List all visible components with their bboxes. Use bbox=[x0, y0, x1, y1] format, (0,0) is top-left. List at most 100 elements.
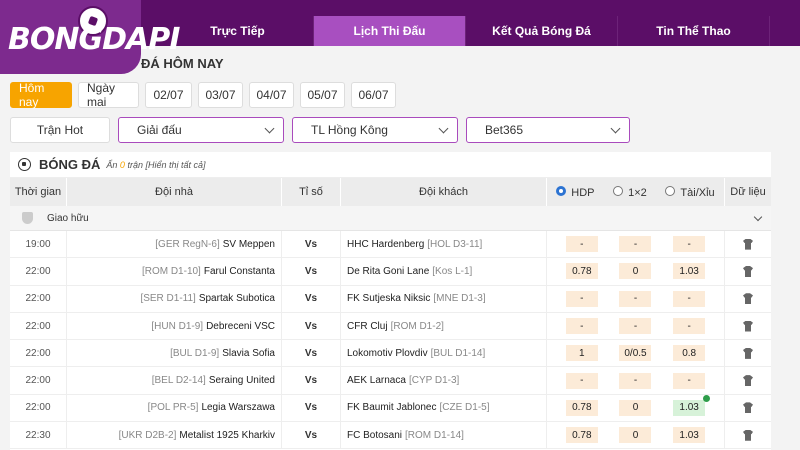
odds-handicap[interactable]: 0/0.5 bbox=[619, 345, 652, 362]
match-score[interactable]: Vs bbox=[282, 258, 341, 285]
home-team[interactable]: Seraing United bbox=[209, 375, 275, 386]
away-cell: De Rita Goni Lane [Kos L-1] bbox=[341, 258, 547, 285]
odds-away[interactable]: - bbox=[673, 290, 706, 307]
home-team[interactable]: Slavia Sofia bbox=[222, 348, 275, 359]
odds-home[interactable]: 0.78 bbox=[565, 399, 598, 416]
match-row[interactable]: 22:00 [SER D1-11] Spartak Subotica Vs FK Sut… bbox=[10, 285, 771, 313]
match-row[interactable]: 22:00 [BUL D1-9] Slavia Sofia Vs Lokomotiv P… bbox=[10, 340, 771, 368]
odds-handicap[interactable]: 0 bbox=[619, 427, 652, 444]
shirt-icon[interactable] bbox=[743, 429, 753, 441]
away-team[interactable]: CFR Cluj bbox=[347, 321, 388, 332]
odds-cell: --- bbox=[547, 285, 725, 312]
shirt-icon[interactable] bbox=[743, 402, 753, 414]
nav-tab-schedule[interactable]: Lịch Thi Đấu bbox=[314, 16, 466, 46]
match-row[interactable]: 22:00 [BEL D2-14] Seraing United Vs AEK Larn… bbox=[10, 367, 771, 395]
away-team[interactable]: Lokomotiv Plovdiv bbox=[347, 348, 428, 359]
hot-matches-button[interactable]: Trận Hot bbox=[10, 117, 110, 143]
match-score[interactable]: Vs bbox=[282, 394, 341, 422]
match-row[interactable]: 22:30 [UKR D2B-2] Metalist 1925 Kharkiv Vs F… bbox=[10, 422, 771, 450]
away-team[interactable]: De Rita Goni Lane bbox=[347, 266, 429, 277]
odds-home[interactable]: - bbox=[565, 318, 598, 335]
odds-away[interactable]: - bbox=[673, 318, 706, 335]
home-team[interactable]: SV Meppen bbox=[223, 239, 275, 250]
away-team[interactable]: FC Botosani bbox=[347, 430, 402, 441]
odds-away[interactable]: 1.03 bbox=[673, 394, 711, 416]
odds-home[interactable]: 0.78 bbox=[565, 427, 598, 444]
match-score[interactable]: Vs bbox=[282, 340, 341, 367]
shirt-icon[interactable] bbox=[743, 375, 753, 387]
shirt-icon[interactable] bbox=[743, 238, 753, 250]
match-time: 22:00 bbox=[10, 367, 67, 394]
home-team[interactable]: Spartak Subotica bbox=[199, 293, 275, 304]
match-score[interactable]: Vs bbox=[282, 367, 341, 394]
shirt-icon[interactable] bbox=[743, 293, 753, 305]
shirt-icon[interactable] bbox=[743, 320, 753, 332]
odds-home[interactable]: - bbox=[565, 290, 598, 307]
league-select[interactable]: Giải đấu bbox=[118, 117, 284, 143]
odds-away[interactable]: 0.8 bbox=[673, 345, 706, 362]
nav-tab-live[interactable]: Trực Tiếp bbox=[162, 16, 314, 46]
match-row[interactable]: 22:00 [POL PR-5] Legia Warszawa Vs FK Baumit… bbox=[10, 394, 771, 423]
shirt-icon[interactable] bbox=[743, 265, 753, 277]
away-team[interactable]: HHC Hardenberg bbox=[347, 239, 424, 250]
header-data: Dữ liệu bbox=[730, 186, 766, 198]
day-button[interactable]: 05/07 bbox=[300, 82, 345, 108]
odds-home[interactable]: - bbox=[565, 372, 598, 389]
show-all-link[interactable]: trận [Hiển thị tất cả] bbox=[127, 160, 205, 170]
odds-handicap[interactable]: - bbox=[619, 236, 652, 253]
data-cell bbox=[725, 286, 771, 312]
nav-tab-results[interactable]: Kết Quả Bóng Đá bbox=[466, 16, 618, 46]
odds-hdp-radio[interactable]: HDP bbox=[556, 185, 595, 199]
matches-panel: BÓNG ĐÁ Ẩn 0 trận [Hiển thị tất cả] Thời… bbox=[10, 152, 771, 450]
odds-away[interactable]: 1.03 bbox=[673, 427, 706, 444]
odds-home[interactable]: 1 bbox=[565, 345, 598, 362]
day-button[interactable]: 02/07 bbox=[145, 82, 192, 108]
match-score[interactable]: Vs bbox=[282, 231, 341, 258]
league-row[interactable]: Giao hữu bbox=[10, 206, 771, 231]
day-today-button[interactable]: Hôm nay bbox=[10, 81, 72, 109]
odds-home[interactable]: 0.78 bbox=[565, 263, 598, 280]
hidden-count: 0 bbox=[119, 159, 125, 170]
odds-handicap[interactable]: - bbox=[619, 318, 652, 335]
bookmaker-select-label: Bet365 bbox=[485, 123, 524, 137]
away-rank: [BUL D1-14] bbox=[430, 347, 486, 359]
away-team[interactable]: FK Baumit Jablonec bbox=[347, 402, 437, 413]
odds-handicap[interactable]: 0 bbox=[619, 263, 652, 280]
odds-away[interactable]: - bbox=[673, 372, 706, 389]
away-rank: [MNE D1-3] bbox=[433, 293, 486, 305]
odds-away[interactable]: 1.03 bbox=[673, 263, 706, 280]
away-team[interactable]: FK Sutjeska Niksic bbox=[347, 293, 430, 304]
timezone-select[interactable]: TL Hồng Kông bbox=[292, 117, 458, 143]
odds-1x2-radio[interactable]: 1×2 bbox=[613, 185, 647, 199]
home-team[interactable]: Debreceni VSC bbox=[206, 321, 275, 332]
hidden-matches-note[interactable]: Ẩn 0 trận [Hiển thị tất cả] bbox=[106, 160, 205, 170]
match-row[interactable]: 22:00 [ROM D1-10] Farul Constanta Vs De Rita… bbox=[10, 258, 771, 286]
odds-home[interactable]: - bbox=[565, 236, 598, 253]
match-score[interactable]: Vs bbox=[282, 422, 341, 449]
away-team[interactable]: AEK Larnaca bbox=[347, 375, 406, 386]
odds-handicap[interactable]: - bbox=[619, 372, 652, 389]
home-team[interactable]: Farul Constanta bbox=[204, 266, 275, 277]
bookmaker-select[interactable]: Bet365 bbox=[466, 117, 630, 143]
day-button[interactable]: 03/07 bbox=[198, 82, 243, 108]
match-score[interactable]: Vs bbox=[282, 312, 341, 340]
home-cell: [BEL D2-14] Seraing United bbox=[67, 367, 282, 394]
match-row[interactable]: 22:00 [HUN D1-9] Debreceni VSC Vs CFR Cluj [R… bbox=[10, 312, 771, 341]
odds-ou-radio[interactable]: Tài/Xỉu bbox=[665, 185, 715, 199]
day-button[interactable]: 06/07 bbox=[351, 82, 396, 108]
match-score[interactable]: Vs bbox=[282, 285, 341, 312]
chevron-down-icon bbox=[610, 123, 621, 134]
site-logo[interactable]: BONGDAPI bbox=[0, 0, 180, 74]
odds-handicap[interactable]: 0 bbox=[619, 399, 652, 416]
day-tomorrow-button[interactable]: Ngày mai bbox=[78, 81, 139, 109]
shirt-icon[interactable] bbox=[743, 347, 753, 359]
nav-tab-news[interactable]: Tin Thể Thao bbox=[618, 16, 770, 46]
odds-away[interactable]: - bbox=[673, 236, 706, 253]
match-row[interactable]: 19:00 [GER RegN-6] SV Meppen Vs HHC Hardenbe… bbox=[10, 231, 771, 259]
odds-handicap[interactable]: - bbox=[619, 290, 652, 307]
chevron-down-icon[interactable] bbox=[753, 212, 763, 222]
home-team[interactable]: Metalist 1925 Kharkiv bbox=[179, 430, 275, 441]
day-button[interactable]: 04/07 bbox=[249, 82, 294, 108]
home-team[interactable]: Legia Warszawa bbox=[201, 402, 275, 413]
home-rank: [HUN D1-9] bbox=[151, 320, 204, 332]
